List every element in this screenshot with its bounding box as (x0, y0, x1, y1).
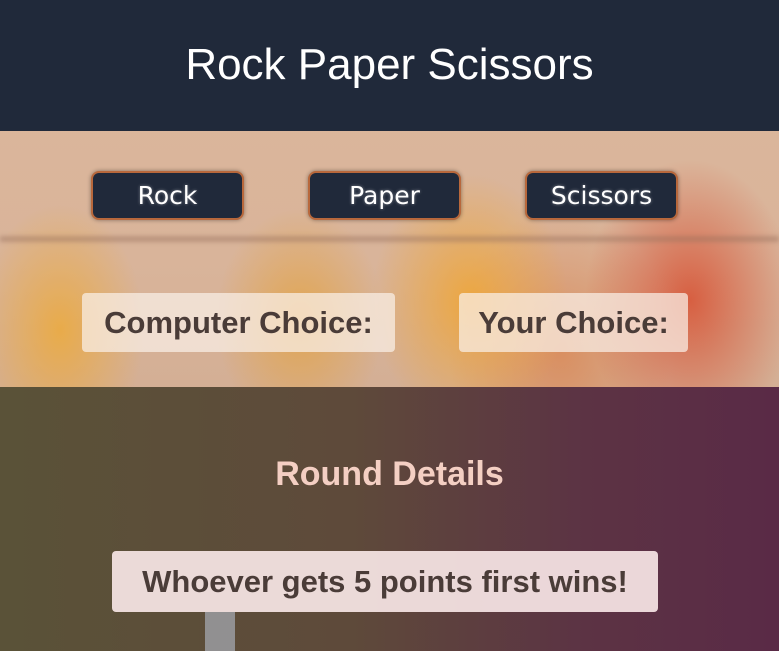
background-string (0, 236, 779, 242)
rock-button[interactable]: Rock (91, 171, 244, 220)
page-title: Rock Paper Scissors (185, 39, 594, 89)
page-header: Rock Paper Scissors (0, 0, 779, 131)
your-choice-label: Your Choice: (459, 293, 688, 352)
round-message: Whoever gets 5 points first wins! (112, 551, 658, 612)
background-patch (205, 612, 235, 651)
scissors-button[interactable]: Scissors (525, 171, 678, 220)
computer-choice-label: Computer Choice: (82, 293, 395, 352)
round-details-title: Round Details (275, 455, 504, 493)
paper-button[interactable]: Paper (308, 171, 461, 220)
